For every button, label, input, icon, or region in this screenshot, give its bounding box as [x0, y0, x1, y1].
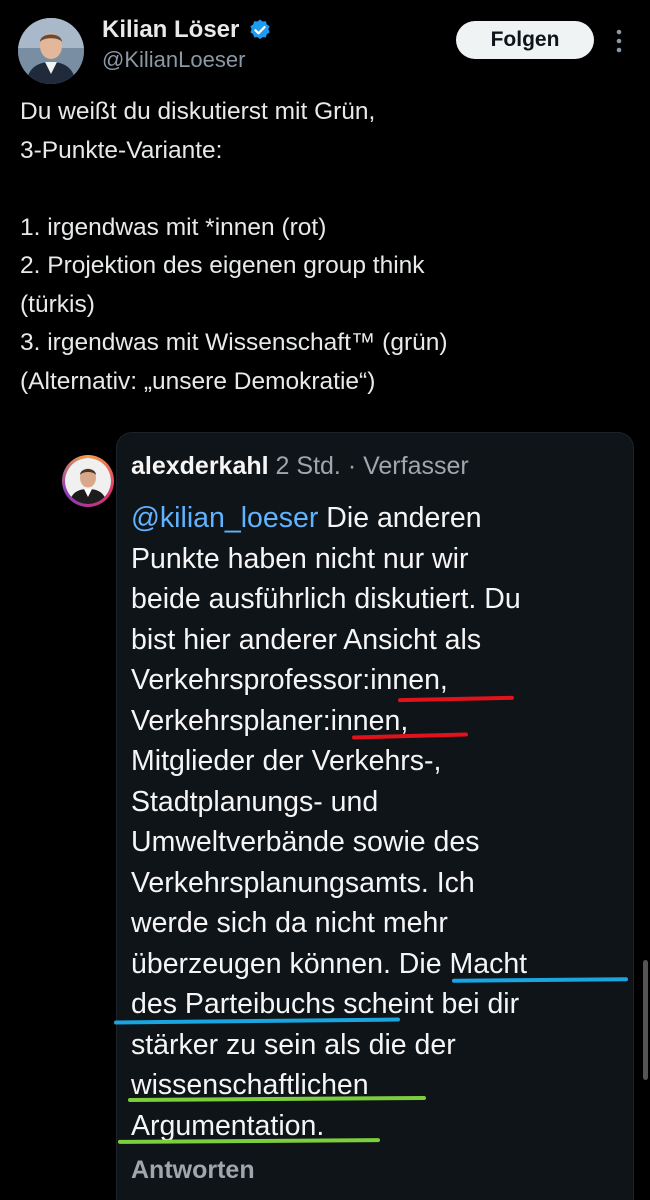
author-avatar[interactable] [18, 18, 84, 84]
reply-mention-link[interactable]: @kilian_loeser [131, 502, 318, 534]
post-header: Kilian Löser @KilianLoeser Folgen [0, 0, 650, 90]
follow-button[interactable]: Folgen [456, 21, 594, 59]
author-role-label: Verfasser [363, 452, 469, 480]
reply-header: alexderkahl 2 Std. · Verfasser [131, 452, 469, 481]
verified-badge-icon [250, 19, 270, 40]
reply-text: @kilian_loeser Die anderen Punkte haben … [131, 498, 621, 1146]
author-handle[interactable]: @KilianLoeser [102, 47, 245, 73]
author-name[interactable]: Kilian Löser [102, 16, 239, 44]
reply-body: Die anderen Punkte haben nicht nur wir b… [131, 502, 528, 1142]
reply-username[interactable]: alexderkahl [131, 452, 269, 480]
post-text: Du weißt du diskutierst mit Grün, 3-Punk… [20, 98, 448, 395]
reply-author-avatar[interactable] [62, 455, 114, 507]
scrollbar-thumb[interactable] [643, 960, 648, 1080]
more-options-icon[interactable] [612, 28, 626, 54]
reply-button[interactable]: Antworten [131, 1156, 255, 1185]
meta-separator: · [347, 452, 357, 480]
reply-timestamp: 2 Std. [275, 452, 341, 480]
